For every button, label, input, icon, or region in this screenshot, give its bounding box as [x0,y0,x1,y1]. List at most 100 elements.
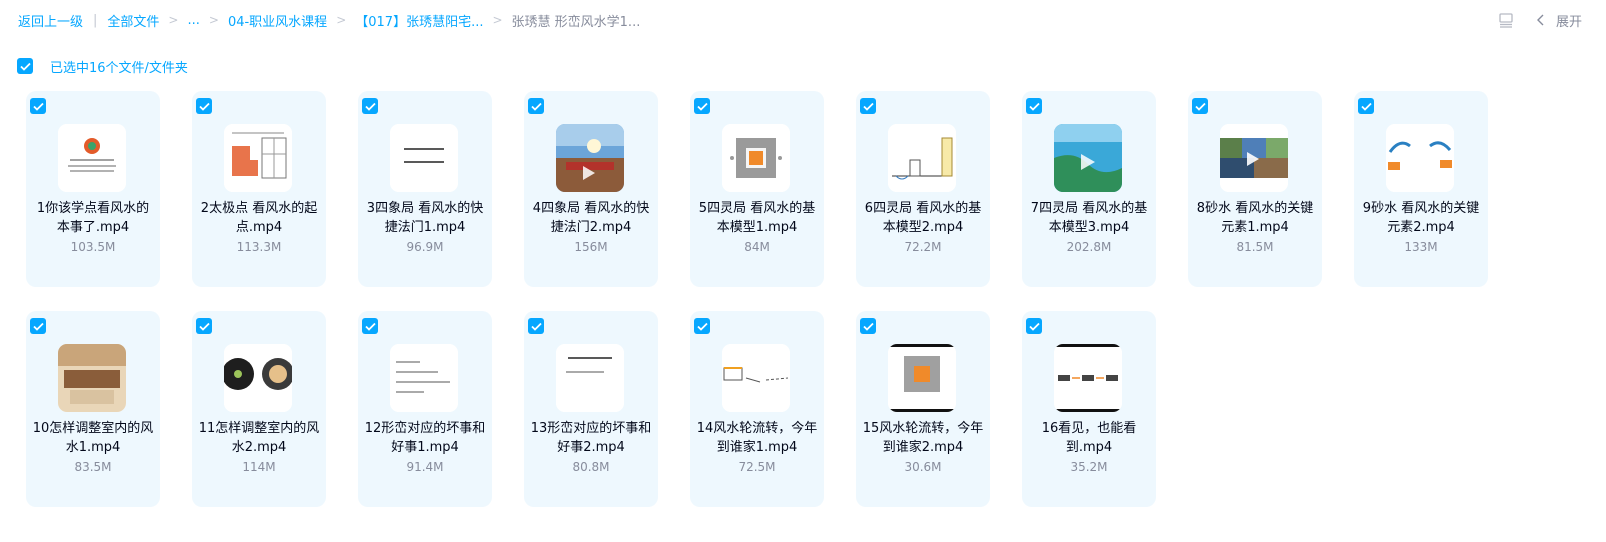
check-icon [32,102,44,111]
file-checkbox[interactable] [30,98,46,114]
list-view-icon[interactable] [1498,12,1514,28]
video-thumbnail[interactable] [888,124,956,192]
file-checkbox[interactable] [528,318,544,334]
file-checkbox[interactable] [1192,98,1208,114]
file-checkbox[interactable] [694,98,710,114]
file-name[interactable]: 6四灵局 看风水的基本模型2.mp4 [862,199,984,237]
expand-button[interactable]: 展开 [1536,11,1582,30]
video-thumbnail[interactable] [58,344,126,412]
file-card[interactable]: 1你该学点看风水的本事了.mp4 103.5M [26,91,160,287]
file-name[interactable]: 10怎样调整室内的风水1.mp4 [32,419,154,457]
file-name[interactable]: 14风水轮流转，今年到谁家1.mp4 [696,419,818,457]
video-thumbnail[interactable] [390,124,458,192]
breadcrumb-all-files[interactable]: 全部文件 [107,11,159,30]
file-checkbox[interactable] [1358,98,1374,114]
file-checkbox[interactable] [860,318,876,334]
file-name[interactable]: 13形峦对应的坏事和好事2.mp4 [530,419,652,457]
breadcrumb-level1[interactable]: 04-职业风水课程 [228,11,327,30]
check-icon [32,322,44,331]
file-name[interactable]: 7四灵局 看风水的基本模型3.mp4 [1028,199,1150,237]
file-size: 91.4M [406,460,444,474]
selection-count: 已选中16个文件/文件夹 [50,60,188,76]
file-checkbox[interactable] [362,318,378,334]
file-grid: 1你该学点看风水的本事了.mp4 103.5M 2太极点 看风水的起点.mp4 113… [26,91,1506,511]
file-size: 84M [744,240,770,254]
check-icon [198,102,210,111]
check-icon [1360,102,1372,111]
file-card[interactable]: 16看见，也能看到.mp4 35.2M [1022,311,1156,507]
video-thumbnail[interactable] [888,344,956,412]
video-thumbnail[interactable] [556,124,624,192]
select-all-checkbox[interactable] [17,58,33,74]
video-thumbnail[interactable] [390,344,458,412]
file-card[interactable]: 13形峦对应的坏事和好事2.mp4 80.8M [524,311,658,507]
video-thumbnail[interactable] [556,344,624,412]
file-size: 114M [242,460,276,474]
video-thumbnail[interactable] [1220,124,1288,192]
file-name[interactable]: 3四象局 看风水的快捷法门1.mp4 [364,199,486,237]
breadcrumb-level2[interactable]: 【017】张琇慧阳宅... [355,11,483,30]
file-name[interactable]: 1你该学点看风水的本事了.mp4 [32,199,154,237]
file-card[interactable]: 15风水轮流转，今年到谁家2.mp4 30.6M [856,311,990,507]
file-card[interactable]: 2太极点 看风水的起点.mp4 113.3M [192,91,326,287]
video-thumbnail[interactable] [1054,344,1122,412]
file-card[interactable]: 5四灵局 看风水的基本模型1.mp4 84M [690,91,824,287]
file-checkbox[interactable] [860,98,876,114]
file-size: 83.5M [74,460,112,474]
file-checkbox[interactable] [196,98,212,114]
file-checkbox[interactable] [528,98,544,114]
file-card[interactable]: 11怎样调整室内的风水2.mp4 114M [192,311,326,507]
file-size: 103.5M [70,240,116,254]
file-size: 202.8M [1066,240,1112,254]
breadcrumb-divider: | [93,12,98,28]
video-thumbnail[interactable] [1054,124,1122,192]
file-name[interactable]: 2太极点 看风水的起点.mp4 [198,199,320,237]
breadcrumb-ellipsis[interactable]: ... [187,13,199,28]
video-thumbnail[interactable] [224,124,292,192]
file-checkbox[interactable] [196,318,212,334]
video-thumbnail[interactable] [722,344,790,412]
file-checkbox[interactable] [1026,98,1042,114]
video-thumbnail[interactable] [1386,124,1454,192]
video-thumbnail[interactable] [58,124,126,192]
check-icon [696,102,708,111]
check-icon [19,62,31,71]
file-size: 81.5M [1236,240,1274,254]
top-bar: 返回上一级 | 全部文件 > ... > 04-职业风水课程 > 【017】张琇… [0,0,1606,40]
file-card[interactable]: 12形峦对应的坏事和好事1.mp4 91.4M [358,311,492,507]
file-name[interactable]: 15风水轮流转，今年到谁家2.mp4 [862,419,984,457]
check-icon [364,102,376,111]
file-name[interactable]: 4四象局 看风水的快捷法门2.mp4 [530,199,652,237]
file-card[interactable]: 7四灵局 看风水的基本模型3.mp4 202.8M [1022,91,1156,287]
video-thumbnail[interactable] [722,124,790,192]
file-size: 35.2M [1070,460,1108,474]
check-icon [1028,102,1040,111]
chevron-right-icon: > [336,13,347,27]
file-card[interactable]: 4四象局 看风水的快捷法门2.mp4 156M [524,91,658,287]
check-icon [696,322,708,331]
file-card[interactable]: 9砂水 看风水的关键元素2.mp4 133M [1354,91,1488,287]
file-card[interactable]: 6四灵局 看风水的基本模型2.mp4 72.2M [856,91,990,287]
check-icon [1028,322,1040,331]
file-checkbox[interactable] [30,318,46,334]
file-card[interactable]: 8砂水 看风水的关键元素1.mp4 81.5M [1188,91,1322,287]
chevron-right-icon: > [492,13,503,27]
file-name[interactable]: 9砂水 看风水的关键元素2.mp4 [1360,199,1482,237]
file-checkbox[interactable] [694,318,710,334]
video-thumbnail[interactable] [224,344,292,412]
file-name[interactable]: 5四灵局 看风水的基本模型1.mp4 [696,199,818,237]
file-size: 133M [1404,240,1438,254]
back-link[interactable]: 返回上一级 [18,11,83,30]
file-size: 30.6M [904,460,942,474]
file-checkbox[interactable] [1026,318,1042,334]
breadcrumb: 返回上一级 | 全部文件 > ... > 04-职业风水课程 > 【017】张琇… [18,11,640,30]
file-name[interactable]: 8砂水 看风水的关键元素1.mp4 [1194,199,1316,237]
file-name[interactable]: 11怎样调整室内的风水2.mp4 [198,419,320,457]
file-card[interactable]: 3四象局 看风水的快捷法门1.mp4 96.9M [358,91,492,287]
file-card[interactable]: 14风水轮流转，今年到谁家1.mp4 72.5M [690,311,824,507]
file-name[interactable]: 16看见，也能看到.mp4 [1028,419,1150,457]
file-name[interactable]: 12形峦对应的坏事和好事1.mp4 [364,419,486,457]
file-checkbox[interactable] [362,98,378,114]
chevron-left-icon [1536,14,1544,26]
file-card[interactable]: 10怎样调整室内的风水1.mp4 83.5M [26,311,160,507]
